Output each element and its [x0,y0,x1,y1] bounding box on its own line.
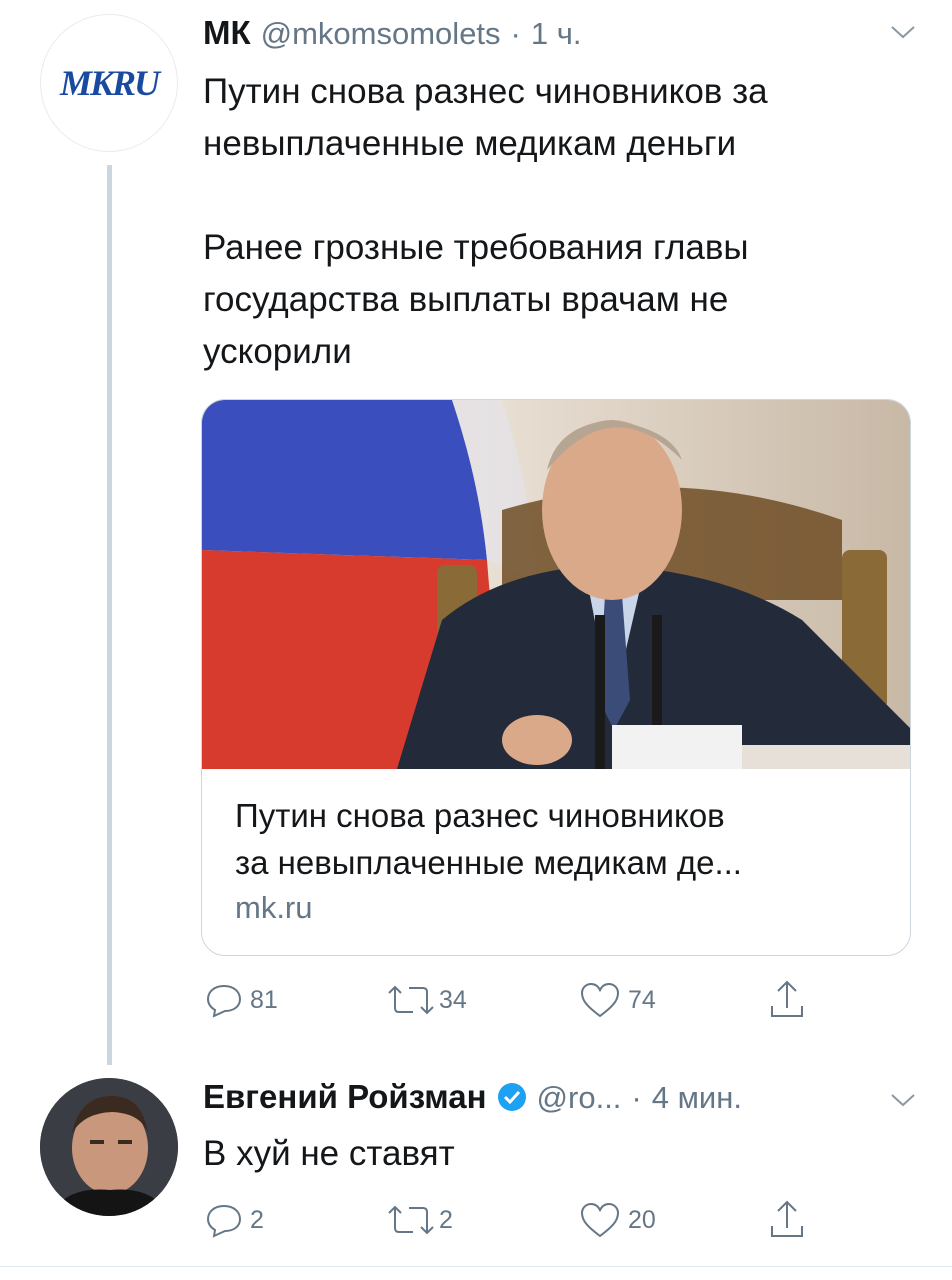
tweet-text-line: невыплаченные медикам деньги [203,124,737,163]
author-handle[interactable]: @mkomsomolets [261,16,501,52]
author-name[interactable]: МК [203,14,251,52]
tweet-time[interactable]: 1 ч. [531,16,582,52]
thread-connector-line [107,165,112,1065]
tweet1-text: Путин снова разнес чиновников за невыпла… [203,66,923,378]
separator-dot: · [631,1080,642,1115]
tweet-text-line: Ранее грозные требования главы [203,228,749,267]
tweet-text-line: Путин снова разнес чиновников за [203,72,768,111]
retweet-icon [388,985,434,1015]
like-button[interactable]: 74 [578,980,656,1020]
share-button[interactable] [767,1198,807,1242]
tweet1-header: МК @mkomsomolets · 1 ч. [203,14,582,58]
share-button[interactable] [767,978,807,1022]
tweet-text-line: ускорили [203,332,352,371]
retweet-count: 34 [439,985,467,1014]
chevron-down-icon[interactable] [888,22,918,42]
author-name[interactable]: Евгений Ройзман [203,1078,487,1116]
mk-avatar[interactable]: MKRU [40,14,178,152]
card-title-line: Путин снова разнес чиновников [235,797,725,834]
reply-button[interactable]: 81 [204,980,278,1020]
retweet-button[interactable]: 2 [385,1200,453,1240]
mk-logo-text: MKRU [59,63,160,103]
author-handle[interactable]: @ro... [537,1080,622,1116]
tweet2-header: Евгений Ройзман @ro... · 4 мин. [203,1078,742,1122]
share-icon [771,1200,803,1237]
chevron-down-icon[interactable] [888,1090,918,1110]
reply-icon [206,1204,242,1238]
flag-image [202,400,910,769]
like-icon [580,1202,620,1238]
like-button[interactable]: 20 [578,1200,656,1240]
like-icon [580,982,620,1018]
reply-button[interactable]: 2 [204,1200,264,1240]
like-count: 20 [628,1205,656,1234]
share-icon [771,980,803,1017]
reply-count: 2 [250,1205,264,1234]
retweet-button[interactable]: 34 [385,980,467,1020]
tweet-time[interactable]: 4 мин. [652,1080,742,1116]
card-title-line: за невыплаченные медикам де... [235,844,742,881]
tweet-text-line: государства выплаты врачам не [203,280,729,319]
like-count: 74 [628,985,656,1014]
link-preview-card[interactable]: Путин снова разнес чиновников за невыпла… [201,399,911,956]
reply-icon [206,984,242,1018]
roizman-avatar[interactable] [40,1078,178,1216]
verified-badge-icon [497,1082,527,1112]
reply-count: 81 [250,985,278,1014]
card-domain: mk.ru [235,890,313,925]
separator-dot: · [510,16,521,51]
bottom-divider [0,1266,952,1267]
retweet-count: 2 [439,1205,453,1234]
card-image [202,400,910,769]
tweet2-text: В хуй не ставят [203,1134,455,1173]
retweet-icon [388,1205,434,1235]
